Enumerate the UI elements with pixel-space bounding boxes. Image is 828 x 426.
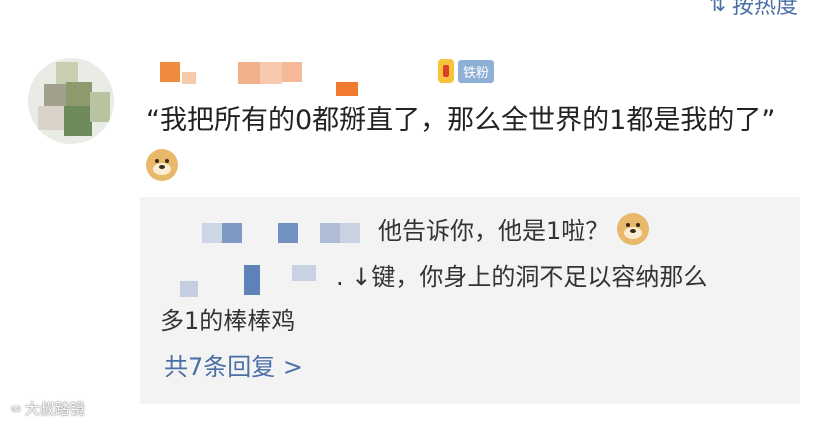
doge-emoji-icon xyxy=(146,149,178,181)
sort-label: 按热度 xyxy=(731,0,798,19)
watermark-logo-icon: ∞ xyxy=(10,400,22,417)
reply-username-redacted[interactable] xyxy=(340,223,360,243)
doge-emoji-icon xyxy=(616,213,649,245)
sort-by-heat-link[interactable]: ⇅ 按热度 xyxy=(709,0,798,20)
reply-text-line1: . ↓键，你身上的洞不足以容纳那么 xyxy=(336,263,708,291)
reply-username-redacted[interactable] xyxy=(222,223,242,243)
reply-username-redacted[interactable] xyxy=(202,223,222,243)
comment-body: “我把所有的0都掰直了，那么全世界的1都是我的了” xyxy=(146,105,776,136)
watermark-text: 大叔踏镜 xyxy=(24,400,85,418)
reply-text: 他告诉你，他是1啦？ xyxy=(378,217,610,245)
replies-panel: 他告诉你，他是1啦？ . ↓键，你身上的洞不足以容纳那么 多1的棒棒鸡 共7条回… xyxy=(140,197,800,404)
reply-username-redacted[interactable] xyxy=(320,223,340,243)
reply-item: 他告诉你，他是1啦？ xyxy=(378,209,649,253)
comment-text: “我把所有的0都掰直了，那么全世界的1都是我的了” xyxy=(146,98,806,190)
avatar[interactable] xyxy=(28,58,114,144)
fan-badge[interactable]: 铁粉 xyxy=(458,60,495,83)
sort-icon: ⇅ xyxy=(709,0,726,16)
watermark: ∞ 大叔踏镜 xyxy=(10,398,85,419)
more-replies-link[interactable]: 共7条回复 > xyxy=(164,347,303,382)
fan-level-icon xyxy=(438,59,454,83)
reply-username-redacted[interactable] xyxy=(278,223,298,243)
reply-text-line2: 多1的棒棒鸡 xyxy=(160,307,296,335)
reply-item: . ↓键，你身上的洞不足以容纳那么 多1的棒棒鸡 xyxy=(160,255,780,343)
